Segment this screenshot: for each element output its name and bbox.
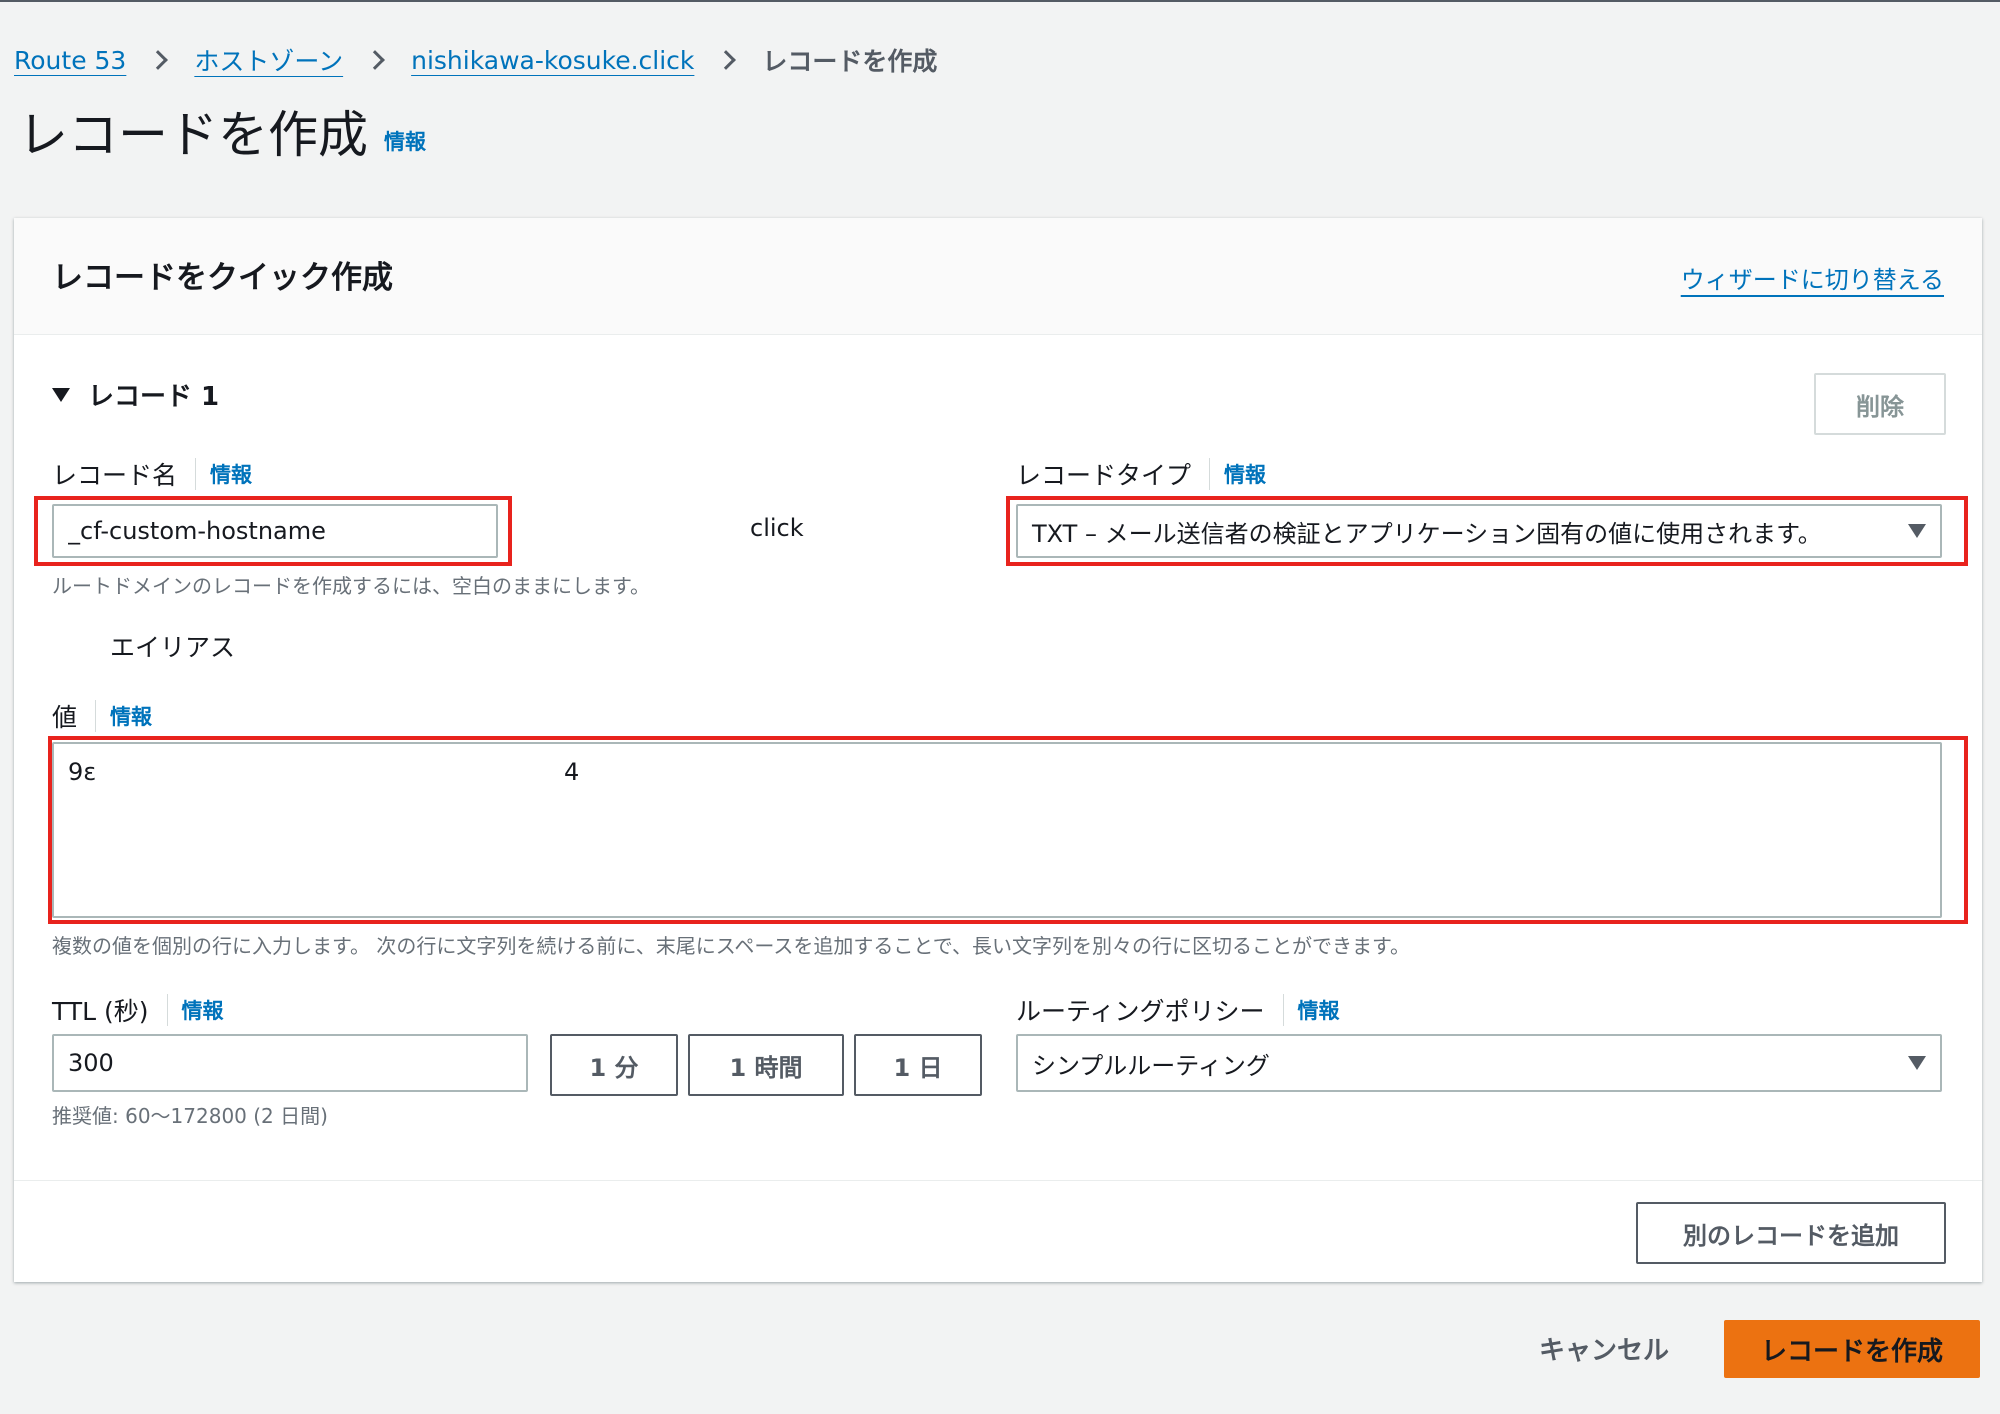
switch-to-wizard-link[interactable]: ウィザードに切り替える xyxy=(1681,260,1944,295)
routing-policy-info-link[interactable]: 情報 xyxy=(1298,995,1340,1025)
label-divider xyxy=(1209,458,1211,490)
record-type-label-row: レコードタイプ 情報 xyxy=(1016,454,1266,494)
top-border xyxy=(0,0,2000,2)
breadcrumb: Route 53 ホストゾーン nishikawa-kosuke.click レ… xyxy=(14,40,937,80)
value-label-row: 値 情報 xyxy=(52,696,152,736)
value-textarea[interactable]: 9ɛ 4 xyxy=(52,742,1942,918)
container-footer-divider xyxy=(14,1180,1982,1181)
page-info-link[interactable]: 情報 xyxy=(384,126,426,156)
label-divider xyxy=(195,458,197,490)
container-title: レコードをクイック作成 xyxy=(52,260,393,296)
ttl-1-hour-button[interactable]: 1 時間 xyxy=(688,1034,844,1096)
record-type-select[interactable]: TXT – メール送信者の検証とアプリケーション固有の値に使用されます。 xyxy=(1016,504,1942,558)
breadcrumb-hosted-zones[interactable]: ホストゾーン xyxy=(194,42,343,78)
ttl-info-link[interactable]: 情報 xyxy=(182,995,224,1025)
record-name-label: レコード名 xyxy=(52,461,178,490)
record-name-input[interactable] xyxy=(52,504,498,558)
delete-button[interactable]: 削除 xyxy=(1814,373,1946,435)
create-records-button[interactable]: レコードを作成 xyxy=(1724,1320,1980,1378)
routing-policy-label-row: ルーティングポリシー 情報 xyxy=(1016,990,1340,1030)
ttl-label-row: TTL (秒) 情報 xyxy=(52,990,224,1030)
record-name-info-link[interactable]: 情報 xyxy=(210,459,252,489)
record-heading: レコード 1 xyxy=(88,382,220,412)
ttl-1-minute-button[interactable]: 1 分 xyxy=(550,1034,678,1096)
label-divider xyxy=(1282,994,1284,1026)
record-name-label-row: レコード名 情報 xyxy=(52,454,252,494)
ttl-input[interactable] xyxy=(52,1034,528,1092)
routing-policy-selected: シンプルルーティング xyxy=(1032,1051,1270,1080)
page-title: レコードを作成 xyxy=(18,106,368,164)
container-header: レコードをクイック作成 ウィザードに切り替える xyxy=(14,218,1982,335)
ttl-label: TTL (秒) xyxy=(52,997,149,1026)
caret-down-icon xyxy=(1908,524,1926,538)
record-type-selected: TXT – メール送信者の検証とアプリケーション固有の値に使用されます。 xyxy=(1032,519,1822,548)
page-header: レコードを作成 情報 xyxy=(18,110,426,160)
label-divider xyxy=(166,994,168,1026)
value-text-end: 4 xyxy=(564,758,580,786)
value-hint: 複数の値を個別の行に入力します。 次の行に文字列を続ける前に、末尾にスペースを追… xyxy=(52,934,1410,958)
caret-down-icon xyxy=(1908,1056,1926,1070)
add-another-record-button[interactable]: 別のレコードを追加 xyxy=(1636,1202,1946,1264)
record-type-label: レコードタイプ xyxy=(1016,461,1192,490)
routing-policy-label: ルーティングポリシー xyxy=(1016,997,1265,1026)
breadcrumb-current: レコードを作成 xyxy=(762,47,938,76)
caret-down-icon xyxy=(52,387,70,402)
quick-create-container: レコードをクイック作成 ウィザードに切り替える レコード 1 削除 レコード名 … xyxy=(14,218,1982,1282)
routing-policy-select[interactable]: シンプルルーティング xyxy=(1016,1034,1942,1092)
record-1-toggle[interactable]: レコード 1 xyxy=(52,376,219,413)
cancel-button[interactable]: キャンセル xyxy=(1524,1323,1684,1373)
value-text-start: 9ɛ xyxy=(68,758,97,786)
chevron-right-icon xyxy=(359,40,395,80)
label-divider xyxy=(95,700,97,732)
record-type-info-link[interactable]: 情報 xyxy=(1224,459,1266,489)
chevron-right-icon xyxy=(142,40,178,80)
record-name-domain-suffix: click xyxy=(750,514,804,542)
value-info-link[interactable]: 情報 xyxy=(110,701,152,731)
alias-label: エイリアス xyxy=(110,633,236,662)
record-name-hint: ルートドメインのレコードを作成するには、空白のままにします。 xyxy=(52,574,650,598)
breadcrumb-hosted-zone[interactable]: nishikawa-kosuke.click xyxy=(411,46,694,75)
value-label: 値 xyxy=(52,703,78,732)
chevron-right-icon xyxy=(710,40,746,80)
ttl-1-day-button[interactable]: 1 日 xyxy=(854,1034,982,1096)
breadcrumb-route53[interactable]: Route 53 xyxy=(14,46,126,75)
ttl-hint: 推奨値: 60〜172800 (2 日間) xyxy=(52,1104,328,1128)
